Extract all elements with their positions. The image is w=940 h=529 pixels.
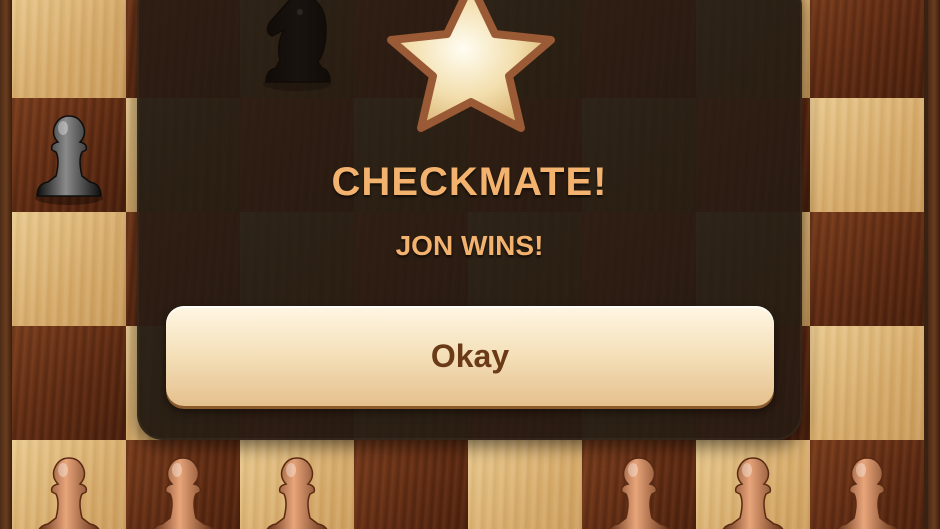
checkmate-title: CHECKMATE! — [331, 160, 608, 204]
dimmed-square — [696, 0, 802, 98]
board-frame-left — [0, 0, 12, 529]
okay-button[interactable]: Okay — [166, 306, 774, 406]
board-square — [468, 440, 582, 529]
board-square — [354, 440, 468, 529]
brown-pawn[interactable] — [696, 440, 810, 529]
brown-pawn[interactable] — [240, 440, 354, 529]
board-square — [12, 212, 126, 326]
dimmed-square — [137, 0, 240, 98]
star-icon — [387, 0, 555, 132]
brown-pawn[interactable] — [810, 440, 924, 529]
brown-pawn[interactable] — [12, 440, 126, 529]
board-square — [810, 0, 924, 98]
board-square — [810, 326, 924, 440]
brown-pawn[interactable] — [582, 440, 696, 529]
board-square — [12, 326, 126, 440]
board-square — [12, 0, 126, 98]
board-frame-right — [928, 0, 940, 529]
dimmed-square — [582, 0, 696, 98]
brown-pawn[interactable] — [126, 440, 240, 529]
black-pawn[interactable] — [12, 98, 126, 212]
winner-text: JON WINS! — [395, 230, 544, 261]
board-square — [810, 212, 924, 326]
game-screen: CHECKMATE! JON WINS! Okay — [0, 0, 940, 529]
okay-button-label: Okay — [430, 337, 510, 374]
board-square — [810, 98, 924, 212]
dimmed-square — [240, 0, 354, 98]
